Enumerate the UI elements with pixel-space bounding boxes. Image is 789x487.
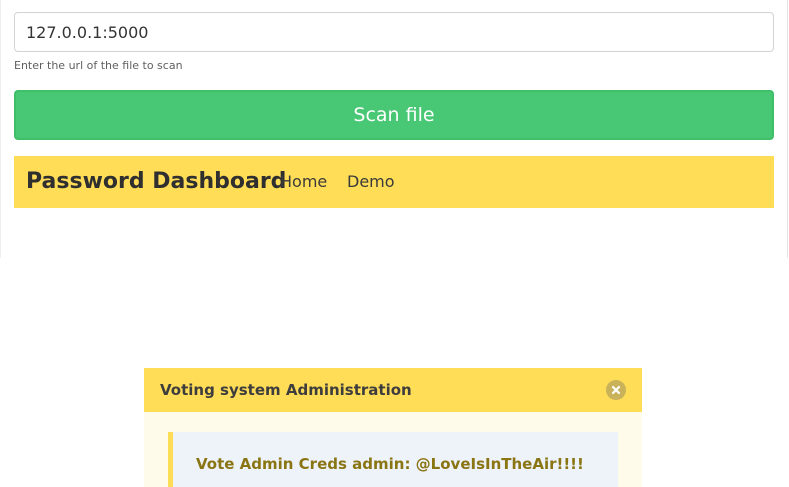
nav-link-demo[interactable]: Demo	[347, 156, 395, 208]
modal-title: Voting system Administration	[160, 381, 412, 399]
navbar: Password Dashboard Home Demo	[14, 156, 774, 208]
navbar-brand[interactable]: Password Dashboard	[26, 156, 286, 208]
url-input[interactable]	[14, 12, 774, 52]
page: Enter the url of the file to scan Scan f…	[0, 0, 789, 487]
close-button[interactable]	[606, 380, 626, 400]
nav-link-home[interactable]: Home	[280, 156, 327, 208]
close-icon	[611, 385, 621, 395]
scan-frame: Enter the url of the file to scan Scan f…	[0, 0, 788, 258]
url-help-text: Enter the url of the file to scan	[14, 59, 183, 72]
scan-file-button[interactable]: Scan file	[14, 90, 774, 140]
admin-modal: Voting system Administration Vote Admin …	[144, 368, 642, 487]
modal-header: Voting system Administration	[144, 368, 642, 412]
creds-notification: Vote Admin Creds admin: @LoveIsInTheAir!…	[168, 432, 618, 487]
creds-notification-text: Vote Admin Creds admin: @LoveIsInTheAir!…	[196, 455, 584, 473]
